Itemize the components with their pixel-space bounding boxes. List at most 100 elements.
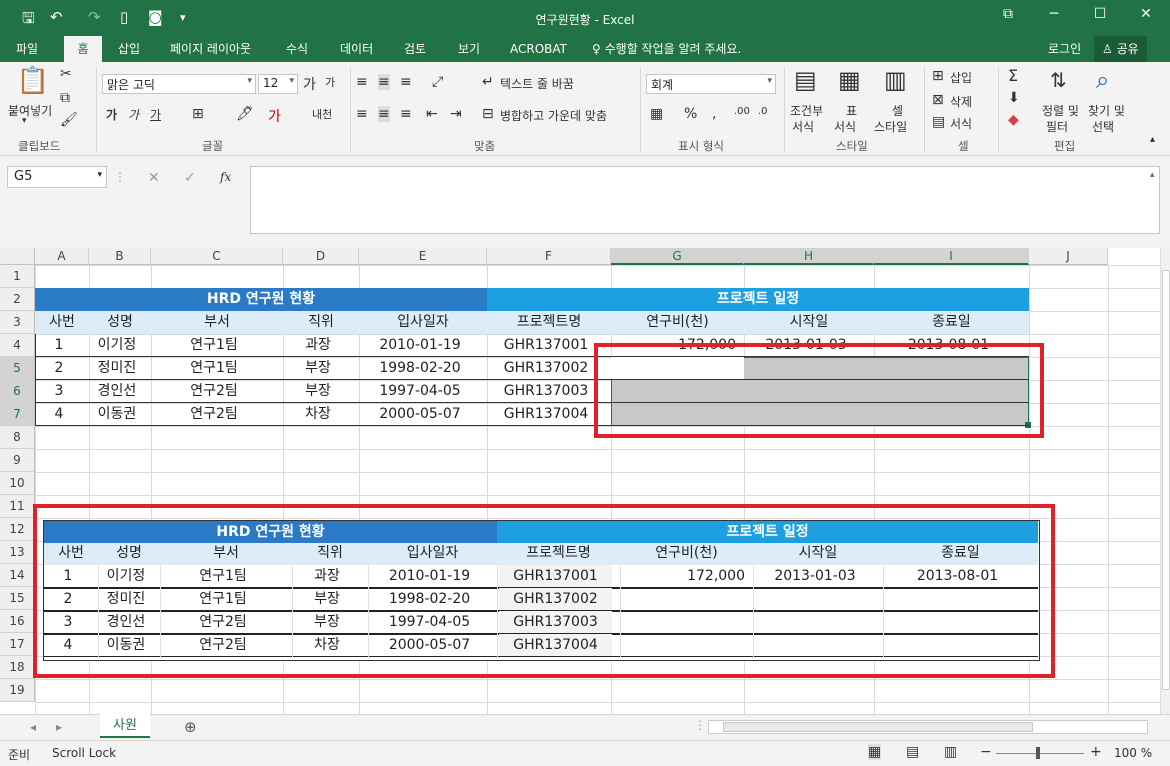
tab-page-layout[interactable]: 페이지 레이아웃	[164, 36, 257, 62]
cell[interactable]: 차장	[285, 403, 351, 426]
font-color-icon[interactable]: 가	[268, 106, 281, 126]
insert-cells-icon[interactable]: ⊞	[932, 68, 944, 84]
sort-filter-label-2[interactable]: 필터	[1046, 118, 1068, 135]
row-header[interactable]: 1	[0, 265, 35, 288]
cell[interactable]: 이동권	[91, 403, 143, 426]
sheet-tab-employees[interactable]: 사원	[100, 714, 150, 738]
cell[interactable]: 프로젝트명	[487, 311, 611, 334]
insert-function-icon[interactable]: fx	[220, 170, 231, 184]
comma-style-icon[interactable]: ,	[712, 106, 716, 122]
column-header[interactable]: I	[874, 248, 1029, 265]
cell[interactable]: 연구2팀	[153, 403, 275, 426]
page-break-view-icon[interactable]: ▥	[944, 744, 957, 760]
ribbon-display-icon[interactable]: ⧉	[990, 6, 1026, 22]
row-header[interactable]: 9	[0, 449, 35, 472]
signin-link[interactable]: 로그인	[1042, 36, 1087, 62]
horizontal-scrollbar[interactable]	[708, 720, 1148, 734]
cell[interactable]: 연구비(천)	[611, 311, 744, 334]
percent-icon[interactable]: %	[684, 106, 697, 122]
cell[interactable]: 3	[37, 380, 81, 403]
tell-me-box[interactable]: ♀ 수행할 작업을 알려 주세요.	[586, 36, 747, 62]
orientation-icon[interactable]: ⤢	[432, 74, 443, 90]
cell[interactable]: 연구1팀	[153, 334, 275, 357]
cell[interactable]: 2	[37, 357, 81, 380]
font-grow-icon[interactable]: 가	[303, 74, 316, 94]
column-header[interactable]: G	[611, 248, 744, 265]
sort-filter-icon[interactable]: ⇅	[1050, 68, 1067, 92]
fill-icon[interactable]: ⬇	[1008, 90, 1020, 106]
cell[interactable]: 1	[37, 334, 81, 357]
row-header[interactable]: 13	[0, 541, 35, 564]
clear-icon[interactable]: ◆	[1008, 112, 1019, 128]
cell[interactable]: 4	[37, 403, 81, 426]
cell[interactable]: 연구2팀	[153, 380, 275, 403]
format-as-table-icon[interactable]: ▦	[838, 66, 861, 94]
number-format-combo[interactable]: 회계 ▾	[646, 74, 776, 94]
align-bottom-icon[interactable]: ≡	[400, 74, 412, 90]
borders-icon[interactable]: ⊞	[192, 106, 204, 122]
cell[interactable]: 입사일자	[359, 311, 487, 334]
zoom-slider[interactable]	[996, 753, 1084, 754]
select-all-corner[interactable]	[0, 248, 35, 265]
row-header[interactable]: 15	[0, 587, 35, 610]
cell[interactable]: 경인선	[91, 380, 143, 403]
column-header[interactable]: A	[35, 248, 89, 265]
tab-home[interactable]: 홈	[64, 36, 102, 62]
cell[interactable]: 부장	[285, 380, 351, 403]
format-painter-icon[interactable]: 🖌	[60, 112, 78, 128]
decrease-decimal-icon[interactable]: .0	[758, 106, 768, 117]
format-cells-icon[interactable]: ▤	[932, 114, 945, 130]
cut-icon[interactable]: ✂	[60, 66, 72, 82]
cell[interactable]: 2000-05-07	[361, 403, 479, 426]
cell[interactable]: 정미진	[91, 357, 143, 380]
copy-icon[interactable]: ⧉	[60, 90, 70, 106]
find-select-icon[interactable]: ⌕	[1096, 66, 1109, 94]
column-header[interactable]: H	[744, 248, 874, 265]
zoom-level[interactable]: 100 %	[1114, 746, 1152, 760]
paste-button-label[interactable]: 붙여넣기	[8, 102, 52, 119]
cell[interactable]: 2010-01-19	[361, 334, 479, 357]
align-right-icon[interactable]: ≡	[400, 106, 412, 122]
cell[interactable]: 종료일	[874, 311, 1029, 334]
format-as-table-label-2[interactable]: 서식	[834, 118, 856, 135]
cell[interactable]: 이기정	[91, 334, 143, 357]
underline-icon[interactable]: 가	[150, 106, 161, 123]
cell[interactable]: 성명	[89, 311, 151, 334]
zoom-slider-thumb[interactable]	[1036, 747, 1040, 759]
column-header[interactable]: B	[89, 248, 151, 265]
normal-view-icon[interactable]: ▦	[868, 744, 882, 760]
row-header[interactable]: 11	[0, 495, 35, 518]
column-header[interactable]: E	[359, 248, 487, 265]
name-box[interactable]: G5 ▾	[7, 166, 107, 188]
row-header[interactable]: 8	[0, 426, 35, 449]
cell[interactable]: GHR137004	[489, 403, 603, 426]
delete-cells-button[interactable]: 삭제	[950, 93, 972, 110]
increase-indent-icon[interactable]: ⇥	[450, 106, 462, 122]
insert-cells-button[interactable]: 삽입	[950, 69, 972, 86]
row-header[interactable]: 19	[0, 679, 35, 702]
tab-formulas[interactable]: 수식	[280, 36, 314, 62]
cell[interactable]: 시작일	[744, 311, 874, 334]
cell[interactable]: 부장	[285, 357, 351, 380]
tab-insert[interactable]: 삽입	[112, 36, 146, 62]
align-center-icon[interactable]: ≡	[378, 106, 390, 122]
cell[interactable]: 연구1팀	[153, 357, 275, 380]
find-select-label-2[interactable]: 선택	[1092, 118, 1114, 135]
font-shrink-icon[interactable]: 가	[325, 74, 335, 90]
paste-dropdown-icon[interactable]: ▾	[22, 116, 27, 126]
tab-split-icon[interactable]: ⋮	[694, 718, 706, 732]
column-header[interactable]: D	[283, 248, 359, 265]
minimize-button[interactable]: ─	[1036, 6, 1072, 22]
tab-view[interactable]: 보기	[452, 36, 486, 62]
collapse-ribbon-icon[interactable]: ▴	[1150, 134, 1155, 145]
formula-input[interactable]	[250, 166, 1160, 234]
conditional-format-label-2[interactable]: 서식	[792, 118, 814, 135]
zoom-in-icon[interactable]: +	[1090, 744, 1102, 760]
delete-cells-icon[interactable]: ⊠	[932, 92, 944, 108]
vertical-scrollbar[interactable]	[1160, 248, 1170, 714]
font-name-combo[interactable]: 맑은 고딕 ▾	[102, 74, 256, 94]
tab-file[interactable]: 파일	[10, 36, 44, 62]
wrap-text-button[interactable]: 텍스트 줄 바꿈	[500, 75, 574, 92]
align-left-icon[interactable]: ≡	[356, 106, 368, 122]
autosum-icon[interactable]: Σ	[1008, 66, 1018, 85]
